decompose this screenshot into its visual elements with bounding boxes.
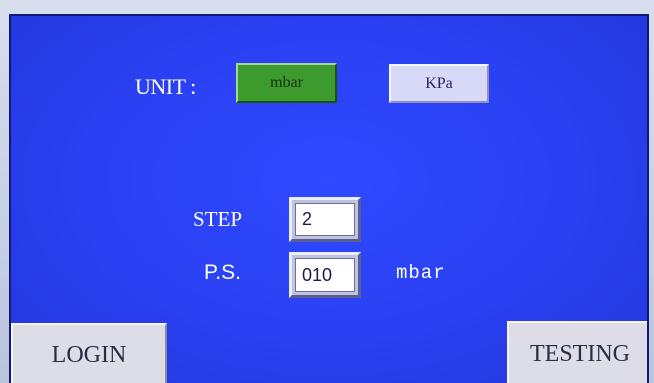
testing-button[interactable]: TESTING xyxy=(507,321,647,383)
step-label: STEP xyxy=(193,207,243,231)
unit-kpa-button[interactable]: KPa xyxy=(389,64,489,103)
unit-mbar-button[interactable]: mbar xyxy=(236,63,337,103)
pressure-setpoint-value[interactable]: 010 xyxy=(295,258,355,292)
device-bezel: UNIT : mbar KPa STEP 2 P.S. 010 mbar LOG… xyxy=(0,0,654,383)
pressure-setpoint-unit: mbar xyxy=(396,262,446,284)
step-value[interactable]: 2 xyxy=(295,203,355,236)
hmi-screen: UNIT : mbar KPa STEP 2 P.S. 010 mbar LOG… xyxy=(9,14,649,383)
unit-label: UNIT : xyxy=(135,74,196,99)
pressure-setpoint-field[interactable]: 010 xyxy=(289,252,361,298)
pressure-setpoint-label: P.S. xyxy=(204,261,241,284)
step-field[interactable]: 2 xyxy=(289,197,361,242)
login-button[interactable]: LOGIN xyxy=(11,323,167,383)
